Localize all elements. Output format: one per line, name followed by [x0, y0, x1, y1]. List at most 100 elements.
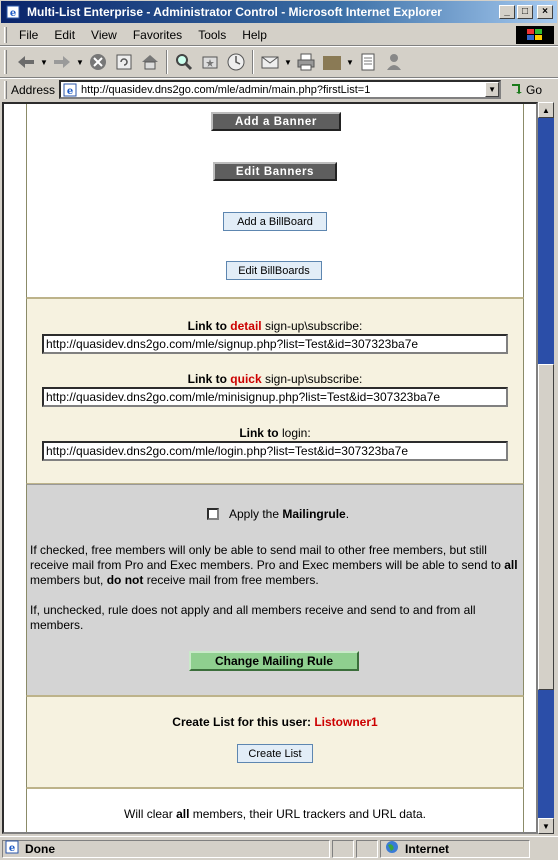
detail-word: detail: [230, 319, 262, 333]
mailing-rule-unchecked-description: If, unchecked, rule does not apply and a…: [30, 603, 476, 632]
clear-members-section: Will clear all members, their URL tracke…: [26, 788, 524, 832]
security-zone-panel: Internet: [380, 839, 530, 858]
go-arrow-icon: [509, 81, 523, 98]
refresh-icon[interactable]: [111, 49, 137, 75]
detail-signup-url-field[interactable]: http://quasidev.dns2go.com/mle/signup.ph…: [42, 334, 508, 354]
page-viewport: Add a Banner Edit Banners Add a BillBoar…: [2, 102, 538, 834]
para1-a: If checked, free members will only be ab…: [30, 543, 501, 572]
mailing-rule-checkbox[interactable]: [207, 508, 219, 520]
address-dropdown-icon[interactable]: ▼: [485, 82, 500, 97]
ie-icon: e: [5, 4, 21, 20]
stop-icon[interactable]: [85, 49, 111, 75]
edit-dropdown-icon[interactable]: ▼: [345, 58, 355, 67]
security-zone-label: Internet: [405, 841, 450, 856]
quick-link-label: Link to quick sign-up\subscribe:: [27, 372, 523, 386]
scroll-track-upper[interactable]: [538, 118, 554, 364]
login-suffix: login:: [281, 426, 311, 440]
apply-prefix: Apply the: [229, 507, 280, 521]
maximize-button[interactable]: □: [517, 5, 533, 19]
quick-word: quick: [230, 372, 262, 386]
scroll-down-icon[interactable]: ▼: [538, 818, 554, 834]
history-icon[interactable]: [223, 49, 249, 75]
menu-file[interactable]: File: [11, 28, 46, 42]
go-label: Go: [526, 82, 543, 97]
menu-tools[interactable]: Tools: [190, 28, 234, 42]
menu-edit[interactable]: Edit: [46, 28, 83, 42]
para1-all: all: [504, 558, 518, 572]
quick-signup-url-field[interactable]: http://quasidev.dns2go.com/mle/minisignu…: [42, 387, 508, 407]
favorites-icon[interactable]: [197, 49, 223, 75]
forward-dropdown-icon[interactable]: ▼: [75, 58, 85, 67]
create-list-section: Create List for this user: Listowner1 Cr…: [26, 696, 524, 788]
edit-banners-button[interactable]: Edit Banners: [213, 162, 337, 181]
address-url: http://quasidev.dns2go.com/mle/admin/mai…: [81, 83, 371, 96]
scroll-track-lower[interactable]: [538, 690, 554, 818]
mailing-rule-checked-description: If checked, free members will only be ab…: [30, 543, 520, 588]
edit-icon[interactable]: [319, 49, 345, 75]
signup-suffix: sign-up\subscribe:: [264, 319, 363, 333]
menu-bar: File Edit View Favorites Tools Help: [0, 24, 558, 46]
home-icon[interactable]: [137, 49, 163, 75]
done-page-icon: e: [5, 840, 19, 857]
scroll-thumb[interactable]: [538, 364, 554, 690]
link-to-text: Link to: [187, 372, 227, 386]
svg-text:e: e: [9, 843, 15, 854]
status-text-panel: e Done: [2, 839, 330, 858]
menu-help[interactable]: Help: [234, 28, 275, 42]
link-to-text: Link to: [187, 319, 227, 333]
clear-all: all: [176, 807, 190, 821]
clear-members-text: Will clear all members, their URL tracke…: [27, 807, 523, 821]
address-input[interactable]: e http://quasidev.dns2go.com/mle/admin/m…: [59, 80, 502, 99]
scroll-up-icon[interactable]: ▲: [538, 102, 554, 118]
forward-icon[interactable]: [49, 49, 75, 75]
add-banner-button[interactable]: Add a Banner: [211, 112, 341, 131]
mailing-rule-option: Apply the Mailingrule.: [207, 507, 349, 521]
svg-text:e: e: [10, 8, 16, 19]
para1-donot: do not: [106, 573, 144, 587]
status-bar: e Done Internet: [0, 836, 558, 860]
menu-view[interactable]: View: [83, 28, 125, 42]
create-list-button[interactable]: Create List: [237, 744, 313, 763]
signup-suffix: sign-up\subscribe:: [264, 372, 363, 386]
back-dropdown-icon[interactable]: ▼: [39, 58, 49, 67]
minimize-button[interactable]: _: [499, 5, 515, 19]
create-list-label: Create List for this user: Listowner1: [27, 715, 523, 729]
toolbar: ▼ ▼ ▼ ▼: [0, 46, 558, 78]
print-icon[interactable]: [293, 49, 319, 75]
search-icon[interactable]: [171, 49, 197, 75]
address-label: Address: [11, 82, 56, 97]
clear-prefix: Will clear: [124, 807, 173, 821]
add-billboard-button[interactable]: Add a BillBoard: [223, 212, 327, 231]
messenger-icon[interactable]: [381, 49, 407, 75]
globe-icon: [385, 840, 399, 857]
para1-b: members but,: [30, 573, 104, 587]
change-mailing-rule-button[interactable]: Change Mailing Rule: [189, 651, 359, 671]
vertical-scrollbar[interactable]: ▲ ▼: [538, 102, 554, 834]
back-icon[interactable]: [13, 49, 39, 75]
clear-suffix: members, their URL trackers and URL data…: [192, 807, 426, 821]
mailing-rule-section: Apply the Mailingrule. If checked, free …: [26, 484, 524, 696]
discuss-icon[interactable]: [355, 49, 381, 75]
menu-grip: [4, 26, 7, 43]
mailing-rule-name: Mailingrule: [282, 507, 346, 521]
close-button[interactable]: ×: [537, 5, 553, 19]
menu-favorites[interactable]: Favorites: [125, 28, 190, 42]
login-url-field[interactable]: http://quasidev.dns2go.com/mle/login.php…: [42, 441, 508, 461]
signup-links-section: Link to detail sign-up\subscribe: http:/…: [26, 298, 524, 484]
status-text: Done: [25, 841, 55, 856]
create-list-text: Create List for this user:: [172, 715, 311, 729]
list-owner-name: Listowner1: [314, 715, 378, 729]
toolbar-separator: [166, 50, 168, 74]
detail-link-label: Link to detail sign-up\subscribe:: [27, 319, 523, 333]
go-button[interactable]: Go: [509, 81, 542, 98]
address-bar: Address e http://quasidev.dns2go.com/mle…: [0, 78, 558, 100]
status-cell: [356, 839, 378, 858]
svg-text:e: e: [67, 86, 73, 97]
mail-dropdown-icon[interactable]: ▼: [283, 58, 293, 67]
edit-billboards-button[interactable]: Edit BillBoards: [226, 261, 322, 280]
apply-suffix: .: [345, 507, 350, 521]
login-link-label: Link to login:: [27, 426, 523, 440]
windows-logo-icon: [516, 26, 554, 44]
status-cell: [332, 839, 354, 858]
mail-icon[interactable]: [257, 49, 283, 75]
